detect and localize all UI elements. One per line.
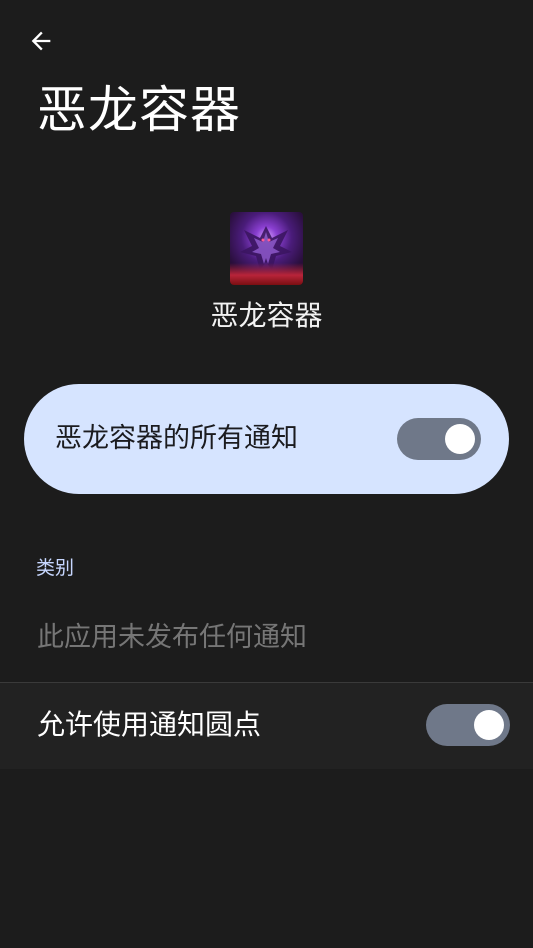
- arrow-back-icon: [31, 31, 51, 51]
- all-notifications-label: 恶龙容器的所有通知: [55, 423, 298, 454]
- all-notifications-toggle-card[interactable]: 恶龙容器的所有通知: [24, 384, 509, 494]
- back-button[interactable]: [18, 20, 64, 62]
- fire-glow: [230, 263, 303, 285]
- categories-section-label: 类别: [36, 557, 75, 579]
- notification-dots-row[interactable]: 允许使用通知圆点: [0, 683, 533, 769]
- switch-thumb: [445, 424, 475, 454]
- page-title: 恶龙容器: [37, 81, 241, 139]
- all-notifications-switch[interactable]: [397, 418, 481, 460]
- app-name: 恶龙容器: [210, 299, 323, 332]
- no-notifications-text: 此应用未发布任何通知: [37, 622, 307, 653]
- notification-dots-switch[interactable]: [426, 704, 510, 746]
- notification-dots-label: 允许使用通知圆点: [37, 708, 262, 741]
- app-icon: [230, 212, 303, 285]
- switch-thumb: [474, 710, 504, 740]
